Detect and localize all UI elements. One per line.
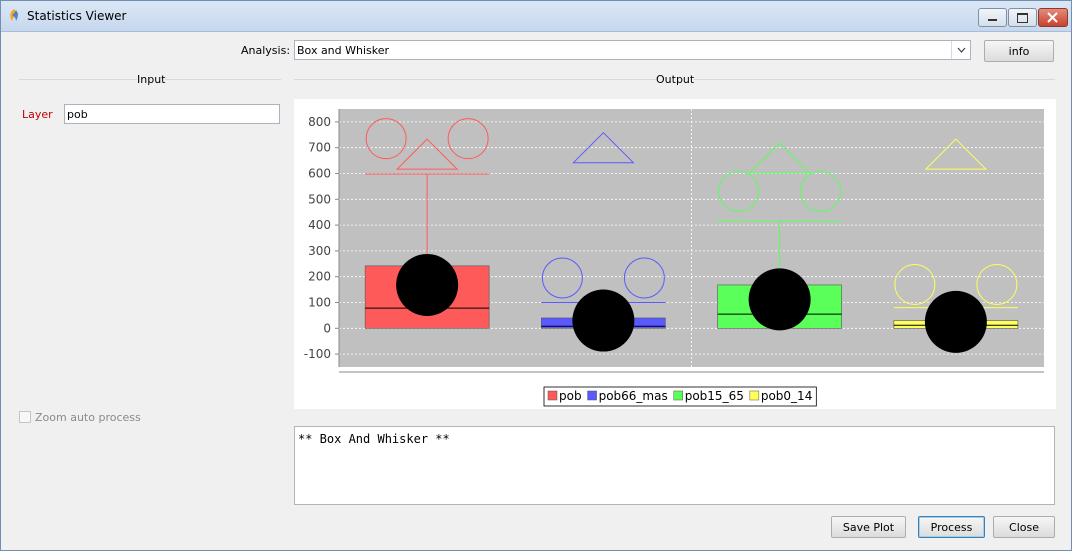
maximize-button[interactable] xyxy=(1008,8,1037,27)
y-tick-label: -100 xyxy=(304,347,331,361)
zoom-auto-process-checkbox[interactable] xyxy=(19,411,31,423)
close-label: Close xyxy=(1009,520,1039,534)
maximize-icon xyxy=(1017,13,1028,23)
analysis-select[interactable]: Box and Whisker xyxy=(294,40,971,60)
zoom-auto-process-label: Zoom auto process xyxy=(35,411,141,424)
legend-swatch xyxy=(547,390,558,401)
minimize-icon xyxy=(988,19,997,21)
input-section-title: Input xyxy=(137,73,166,86)
legend-swatch xyxy=(673,390,683,401)
legend-swatch xyxy=(749,390,760,401)
analysis-label: Analysis: xyxy=(241,44,291,57)
output-text-area[interactable]: ** Box And Whisker ** xyxy=(294,426,1055,505)
y-tick-label: 800 xyxy=(308,115,331,129)
y-tick-label: 300 xyxy=(308,244,331,258)
output-section-title: Output xyxy=(656,73,695,86)
y-tick-label: 500 xyxy=(308,192,331,206)
legend-label: pob xyxy=(559,389,582,403)
legend-label: pob66_mas xyxy=(599,389,668,403)
dialog-content: Analysis: Box and Whisker info Input Out… xyxy=(9,32,1063,542)
window-title: Statistics Viewer xyxy=(27,9,127,23)
box-whisker-chart: 800 700 600 500 400 300 200 100 0 -100 pob pob66_ma… xyxy=(304,109,1044,407)
legend-label: pob15_65 xyxy=(685,389,744,403)
box-whisker-chart-panel: 800 700 600 500 400 300 200 100 0 -100 pob pob66_ma… xyxy=(294,99,1056,409)
chevron-down-icon[interactable] xyxy=(951,41,970,59)
process-button[interactable]: Process xyxy=(918,516,985,538)
close-icon xyxy=(1047,12,1058,23)
save-plot-label: Save Plot xyxy=(842,520,895,534)
y-tick-label: 200 xyxy=(308,270,331,284)
layer-field[interactable]: pob xyxy=(64,104,280,124)
process-label: Process xyxy=(930,520,973,534)
app-icon xyxy=(10,9,19,21)
y-tick-label: 100 xyxy=(308,296,331,310)
info-button-label: info xyxy=(1008,44,1030,58)
mean-marker xyxy=(924,290,987,353)
close-window-button[interactable] xyxy=(1038,8,1068,27)
title-bar[interactable]: Statistics Viewer xyxy=(1,1,1071,32)
mean-marker xyxy=(396,253,459,316)
statistics-viewer-window: Statistics Viewer Analysis: Box and Whis… xyxy=(0,0,1072,551)
save-plot-button[interactable]: Save Plot xyxy=(831,516,906,538)
y-tick-label: 0 xyxy=(323,321,331,335)
info-button[interactable]: info xyxy=(984,40,1054,62)
mean-marker xyxy=(572,289,635,352)
y-tick-label: 700 xyxy=(308,141,331,155)
y-tick-label: 600 xyxy=(308,167,331,181)
y-tick-label: 400 xyxy=(308,218,331,232)
legend-swatch xyxy=(587,390,597,401)
analysis-selected-value: Box and Whisker xyxy=(297,44,390,57)
mean-marker xyxy=(748,268,811,331)
minimize-button[interactable] xyxy=(978,8,1007,27)
legend-label: pob0_14 xyxy=(761,389,812,403)
layer-label: Layer xyxy=(22,108,53,121)
close-button[interactable]: Close xyxy=(993,516,1055,538)
